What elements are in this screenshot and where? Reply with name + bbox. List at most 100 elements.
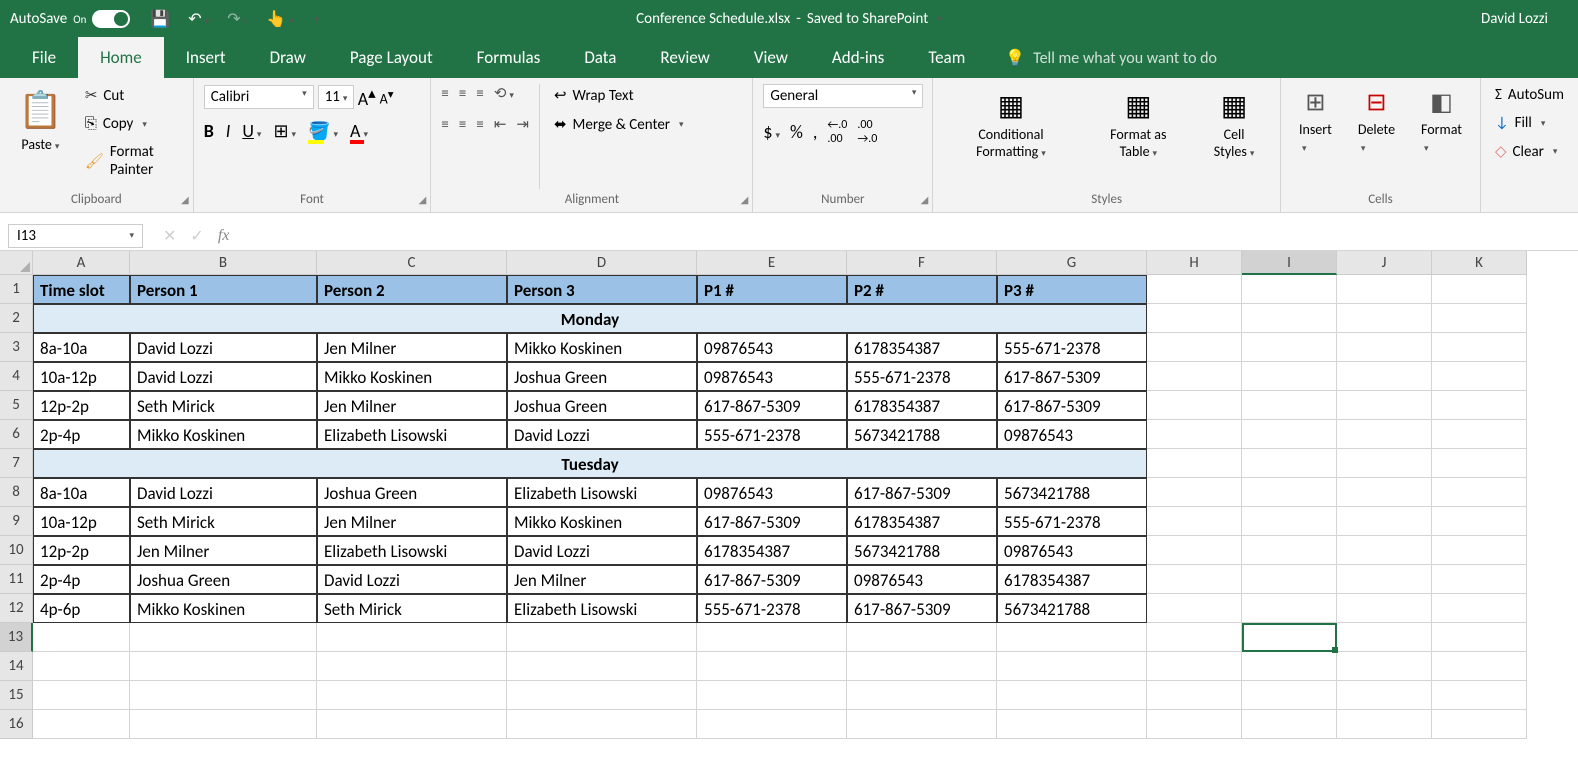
cell[interactable] — [33, 652, 130, 681]
font-dialog-launcher[interactable]: ◢ — [419, 193, 427, 206]
cell[interactable] — [1242, 275, 1337, 304]
tab-team[interactable]: Team — [906, 37, 987, 78]
cell[interactable]: 09876543 — [997, 420, 1147, 449]
cell[interactable] — [1337, 391, 1432, 420]
cell[interactable] — [1242, 478, 1337, 507]
cell[interactable] — [1242, 362, 1337, 391]
align-center-icon[interactable]: ≡ — [459, 116, 466, 134]
cell[interactable] — [1147, 710, 1242, 739]
cell[interactable] — [1337, 333, 1432, 362]
cell[interactable]: David Lozzi — [130, 362, 317, 391]
underline-button[interactable]: U▾ — [242, 120, 261, 142]
cell[interactable]: 5673421788 — [847, 536, 997, 565]
cell[interactable] — [1337, 623, 1432, 652]
cell[interactable] — [1337, 362, 1432, 391]
undo-icon[interactable]: ↶▾ — [188, 9, 209, 29]
percent-format-icon[interactable]: % — [790, 121, 803, 143]
cell[interactable]: Time slot — [33, 275, 130, 304]
col-header-E[interactable]: E — [697, 251, 847, 275]
cell[interactable]: 10a-12p — [33, 362, 130, 391]
user-name[interactable]: David Lozzi — [1481, 10, 1568, 28]
cell[interactable]: 09876543 — [847, 565, 997, 594]
cell[interactable] — [1432, 507, 1527, 536]
cell[interactable] — [1147, 304, 1242, 333]
cell[interactable]: 555-671-2378 — [697, 594, 847, 623]
cell[interactable]: Person 1 — [130, 275, 317, 304]
cell[interactable] — [33, 681, 130, 710]
cell[interactable]: 09876543 — [997, 536, 1147, 565]
cell[interactable] — [317, 710, 507, 739]
tab-addins[interactable]: Add-ins — [810, 37, 906, 78]
cell[interactable] — [507, 681, 697, 710]
increase-decimal-icon[interactable]: ←.0.00 — [827, 118, 847, 146]
cell[interactable]: 4p-6p — [33, 594, 130, 623]
cell[interactable]: Elizabeth Lisowski — [317, 536, 507, 565]
cell[interactable] — [33, 710, 130, 739]
cell[interactable] — [507, 710, 697, 739]
col-header-C[interactable]: C — [317, 251, 507, 275]
cell[interactable]: Mikko Koskinen — [507, 333, 697, 362]
cell[interactable] — [847, 681, 997, 710]
cell[interactable] — [697, 681, 847, 710]
cell[interactable] — [1242, 507, 1337, 536]
cell[interactable]: 555-671-2378 — [697, 420, 847, 449]
cell[interactable] — [1242, 449, 1337, 478]
tab-view[interactable]: View — [732, 37, 810, 78]
cell[interactable]: 617-867-5309 — [997, 391, 1147, 420]
comma-format-icon[interactable]: , — [813, 121, 818, 143]
align-top-icon[interactable]: ≡ — [441, 85, 448, 103]
cell[interactable]: 09876543 — [697, 333, 847, 362]
cell[interactable] — [1242, 536, 1337, 565]
align-bottom-icon[interactable]: ≡ — [476, 85, 483, 103]
cell[interactable] — [317, 681, 507, 710]
cell[interactable] — [1337, 275, 1432, 304]
row-header-5[interactable]: 5 — [0, 391, 33, 420]
row-header-9[interactable]: 9 — [0, 507, 33, 536]
delete-cells-button[interactable]: ⊟Delete▾ — [1350, 84, 1403, 189]
col-header-H[interactable]: H — [1147, 251, 1242, 275]
row-header-10[interactable]: 10 — [0, 536, 33, 565]
cell[interactable]: 555-671-2378 — [997, 333, 1147, 362]
cell[interactable]: Joshua Green — [507, 391, 697, 420]
row-header-15[interactable]: 15 — [0, 681, 33, 710]
cell[interactable] — [1242, 333, 1337, 362]
cell[interactable]: Mikko Koskinen — [507, 507, 697, 536]
cell[interactable] — [317, 623, 507, 652]
cell[interactable]: 555-671-2378 — [847, 362, 997, 391]
cell[interactable]: 8a-10a — [33, 333, 130, 362]
cell[interactable] — [1147, 391, 1242, 420]
format-painter-button[interactable]: 🖌Format Painter — [81, 141, 183, 181]
clipboard-dialog-launcher[interactable]: ◢ — [181, 193, 189, 206]
cell[interactable] — [1242, 594, 1337, 623]
cell[interactable]: David Lozzi — [130, 478, 317, 507]
row-header-7[interactable]: 7 — [0, 449, 33, 478]
alignment-dialog-launcher[interactable]: ◢ — [741, 193, 749, 206]
cell[interactable]: 6178354387 — [847, 391, 997, 420]
cell[interactable]: 5673421788 — [997, 478, 1147, 507]
cell[interactable] — [1242, 420, 1337, 449]
chevron-down-icon[interactable]: ▾ — [937, 14, 942, 25]
merge-center-button[interactable]: ⬌Merge & Center▾ — [550, 113, 688, 136]
cell[interactable] — [1242, 710, 1337, 739]
cell[interactable]: P2 # — [847, 275, 997, 304]
cell[interactable] — [1147, 333, 1242, 362]
cell[interactable] — [1337, 449, 1432, 478]
cell[interactable]: 5673421788 — [997, 594, 1147, 623]
cell[interactable] — [130, 652, 317, 681]
cell[interactable]: 2p-4p — [33, 420, 130, 449]
cell[interactable] — [1432, 304, 1527, 333]
save-status[interactable]: Saved to SharePoint — [807, 10, 928, 28]
fx-icon[interactable]: fx — [218, 227, 230, 245]
autosum-button[interactable]: ΣAutoSum — [1491, 84, 1568, 106]
cell[interactable] — [1432, 478, 1527, 507]
fill-color-button[interactable]: 🪣▾ — [308, 120, 338, 142]
cell[interactable] — [1432, 362, 1527, 391]
cell[interactable]: Elizabeth Lisowski — [507, 478, 697, 507]
cell[interactable] — [1337, 304, 1432, 333]
cell[interactable] — [1147, 565, 1242, 594]
redo-icon[interactable]: ↷▾ — [227, 9, 248, 29]
cell[interactable] — [1432, 594, 1527, 623]
row-header-4[interactable]: 4 — [0, 362, 33, 391]
cell[interactable]: 12p-2p — [33, 391, 130, 420]
cell[interactable]: Seth Mirick — [130, 507, 317, 536]
